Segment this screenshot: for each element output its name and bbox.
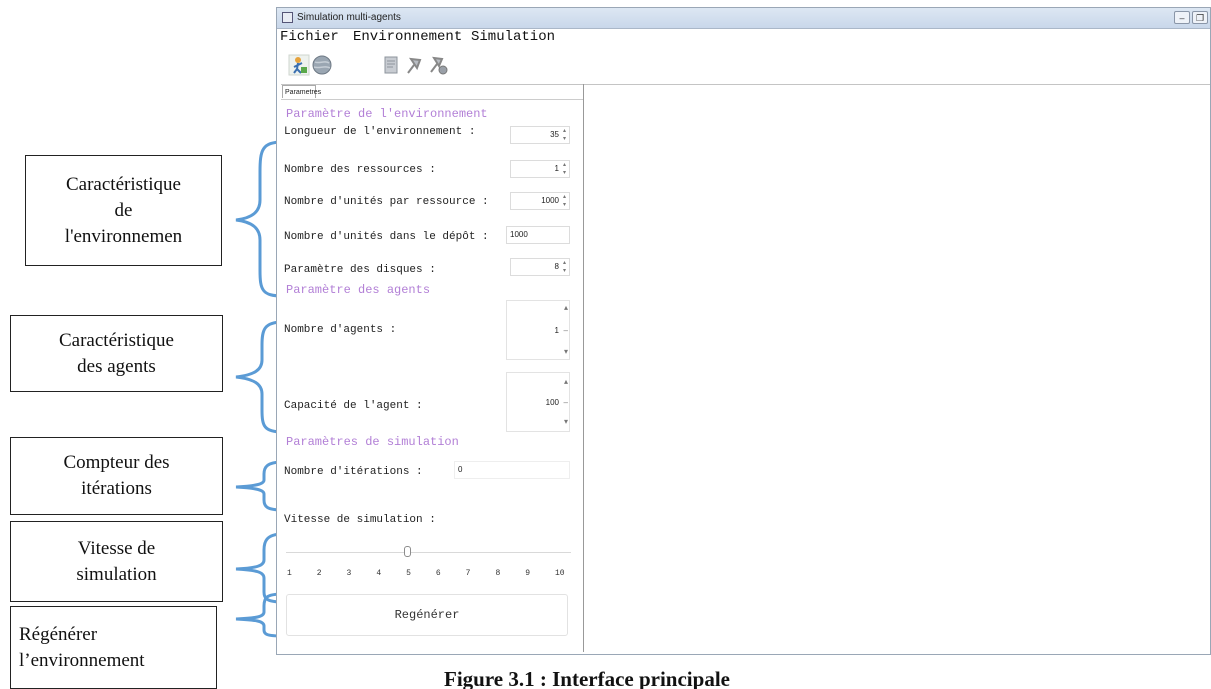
speed-slider-thumb[interactable] [404,546,412,557]
menu-environnement[interactable]: Environnement [353,29,462,45]
resources-count-value: 1 [554,164,559,173]
pin-icon[interactable] [403,54,425,76]
document-icon[interactable] [380,54,402,76]
env-section-title: Paramètre de l'environnement [286,107,488,121]
speed-tick-label: 10 [555,569,565,578]
globe-icon[interactable] [311,54,333,76]
resources-count-label: Nombre des ressources : [284,164,436,176]
agent-run-icon[interactable] [288,54,310,76]
speed-tick-label: 4 [376,569,382,578]
window-title: Simulation multi-agents [297,12,401,23]
disc-parameter-value: 8 [554,262,559,271]
speed-tick-label: 9 [525,569,531,578]
menu-fichier[interactable]: Fichier [280,29,339,45]
spinner-up-icon[interactable]: ▴ [564,377,568,386]
spinner-arrows-icon[interactable]: ▴ ▾ [561,127,568,143]
restore-button[interactable]: ❐ [1192,11,1208,24]
speed-slider-track[interactable] [286,552,571,553]
menu-simulation[interactable]: Simulation [471,29,555,45]
agents-count-label: Nombre d'agents : [284,324,397,336]
disc-parameter-spinner[interactable]: 8 ▴ ▾ [510,258,570,276]
agent-capacity-value: 100 [545,398,559,407]
depot-units-field[interactable]: 1000 [506,226,570,244]
sim-section-title: Paramètres de simulation [286,435,459,449]
speed-tick-label: 1 [287,569,292,578]
units-per-resource-spinner[interactable]: 1000 ▴ ▾ [510,192,570,210]
speed-tick-label: 6 [435,569,441,578]
depot-units-label: Nombre d'unités dans le dépôt : [284,231,489,243]
tab-header: Parametres [281,85,583,100]
env-length-value: 35 [550,130,559,139]
resources-count-spinner[interactable]: 1 ▴ ▾ [510,160,570,178]
spinner-arrows-icon[interactable]: ▴ ▾ [561,193,568,209]
speed-label: Vitesse de simulation : [284,514,436,526]
annotation-brackets [235,140,285,638]
env-length-label: Longueur de l'environnement : [284,126,476,138]
menu-bar: Fichier Environnement Simulation [277,28,1210,46]
title-bar: Simulation multi-agents – ❐ [277,8,1210,29]
agent-capacity-label: Capacité de l'agent : [284,400,423,412]
units-per-resource-value: 1000 [541,196,559,205]
minimize-button[interactable]: – [1174,11,1190,24]
spinner-down-icon[interactable]: ▾ [564,417,568,426]
iterations-label: Nombre d'itérations : [284,466,423,478]
iterations-field: 0 [454,461,570,479]
figure-caption: Figure 3.1 : Interface principale [444,667,730,689]
agent-capacity-spinner[interactable]: ▴ 100 – ▾ [506,372,570,432]
speed-tick-label: 5 [406,569,411,578]
speed-tick-label: 2 [316,569,322,578]
app-icon [282,12,293,23]
spinner-up-icon[interactable]: ▴ [564,303,568,312]
spinner-arrows-icon[interactable]: ▴ ▾ [561,161,568,177]
agents-count-value: 1 [554,326,559,335]
pin-settings-icon[interactable] [427,54,449,76]
agents-count-spinner[interactable]: ▴ 1 – ▾ [506,300,570,360]
tab-parametres[interactable]: Parametres [282,85,321,98]
speed-tick-label: 8 [495,569,501,578]
units-per-resource-label: Nombre d'unités par ressource : [284,196,489,208]
app-window: Simulation multi-agents – ❐ Fichier Envi… [276,7,1211,655]
speed-tick-label: 7 [465,569,471,578]
spinner-down-icon[interactable]: ▾ [564,347,568,356]
regenerate-button[interactable]: Regénérer [286,594,568,636]
disc-parameter-label: Paramètre des disques : [284,264,436,276]
speed-tick-label: 3 [346,569,352,578]
spinner-arrows-icon[interactable]: ▴ ▾ [561,259,568,275]
toolbar [277,50,1210,80]
env-length-spinner[interactable]: 35 ▴ ▾ [510,126,570,144]
agents-section-title: Paramètre des agents [286,283,431,297]
